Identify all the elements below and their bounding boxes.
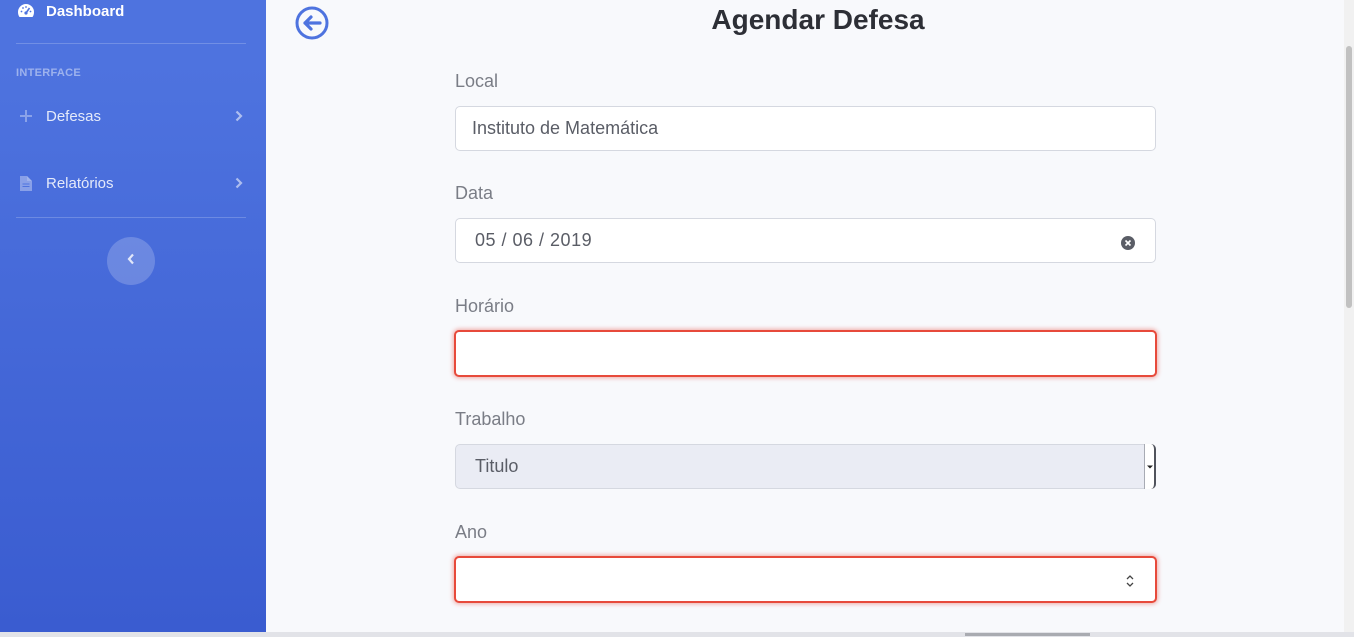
ano-label: Ano	[455, 522, 488, 542]
sidebar-item-defesas[interactable]: Defesas	[16, 104, 246, 128]
scrollbar-thumb[interactable]	[1346, 46, 1352, 308]
number-spinner-icon[interactable]	[1125, 572, 1135, 590]
clear-icon[interactable]	[1121, 234, 1135, 250]
ano-input[interactable]	[454, 556, 1157, 603]
scrollbar-thumb[interactable]	[965, 633, 1090, 636]
chevron-right-icon	[232, 177, 246, 189]
vertical-scrollbar[interactable]	[1344, 0, 1354, 632]
horario-input[interactable]	[454, 330, 1157, 377]
page-title-wrap: Agendar Defesa	[0, 4, 1354, 36]
sidebar: Dashboard INTERFACE Defesas Relatórios	[0, 0, 266, 632]
sidebar-item-label: Defesas	[46, 107, 102, 125]
horizontal-scrollbar[interactable]	[0, 632, 1354, 637]
page-title: Agendar Defesa	[711, 4, 925, 35]
sidebar-toggle-button[interactable]	[107, 237, 155, 285]
trabalho-value: Titulo	[475, 456, 519, 476]
date-input[interactable]: 05 / 06 / 2019	[455, 218, 1156, 263]
sidebar-heading: INTERFACE	[16, 67, 82, 79]
plus-icon	[16, 109, 36, 123]
trabalho-label: Trabalho	[455, 409, 526, 429]
local-label: Local	[455, 71, 499, 91]
chevron-left-icon	[127, 252, 135, 270]
file-icon	[16, 175, 36, 191]
horario-label: Horário	[455, 296, 515, 316]
chevron-right-icon	[232, 110, 246, 122]
sidebar-divider	[16, 217, 246, 218]
date-value: 05 / 06 / 2019	[475, 230, 593, 250]
dropdown-arrow-icon[interactable]	[1144, 444, 1156, 489]
sidebar-item-relatorios[interactable]: Relatórios	[16, 171, 246, 195]
local-value: Instituto de Matemática	[472, 118, 659, 138]
local-input[interactable]: Instituto de Matemática	[455, 106, 1156, 151]
sidebar-item-label: Relatórios	[46, 174, 114, 192]
sidebar-divider	[16, 43, 246, 44]
data-label: Data	[455, 183, 494, 203]
trabalho-select[interactable]: Titulo	[455, 444, 1156, 489]
